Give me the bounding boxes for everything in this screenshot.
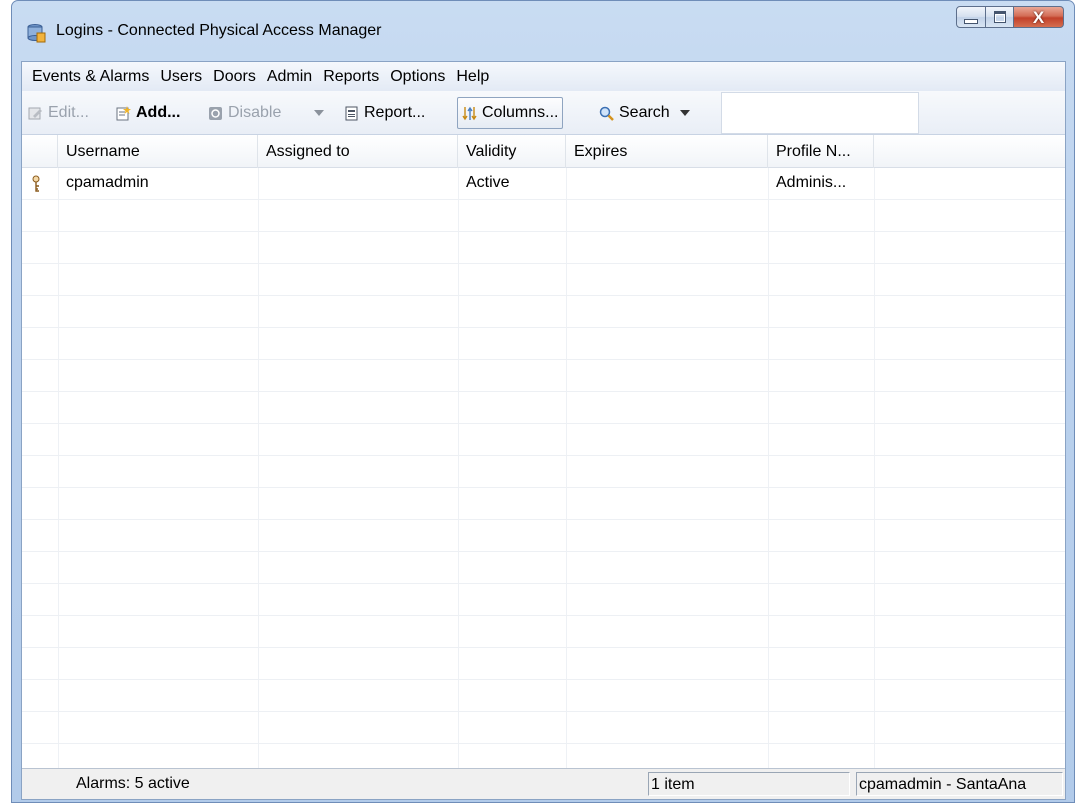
empty-row: [22, 360, 1065, 392]
disable-dropdown[interactable]: [314, 99, 332, 127]
add-button[interactable]: Add...: [116, 99, 180, 127]
empty-row: [22, 552, 1065, 584]
empty-row: [22, 456, 1065, 488]
status-gripper: [24, 772, 64, 796]
status-user: cpamadmin - SantaAna: [856, 772, 1063, 796]
menu-options[interactable]: Options: [390, 68, 445, 86]
table-header: Username Assigned to Validity Expires Pr…: [22, 135, 1065, 168]
chevron-down-icon: [314, 110, 324, 116]
columns-icon: [462, 106, 477, 120]
menu-help[interactable]: Help: [456, 68, 489, 86]
edit-label: Edit...: [48, 104, 89, 121]
column-header-validity[interactable]: Validity: [458, 135, 566, 168]
column-header-profile[interactable]: Profile N...: [768, 135, 874, 168]
minimize-button[interactable]: [956, 6, 986, 28]
empty-row: [22, 680, 1065, 712]
empty-row: [22, 616, 1065, 648]
table-row[interactable]: cpamadmin Active Adminis...: [22, 168, 1065, 200]
title-bar[interactable]: Logins - Connected Physical Access Manag…: [12, 1, 1074, 57]
report-button[interactable]: Report...: [344, 99, 425, 127]
status-bar: Alarms: 5 active 1 item cpamadmin - Sant…: [22, 768, 1065, 799]
edit-icon: [28, 107, 42, 119]
empty-row: [22, 584, 1065, 616]
report-icon: [345, 106, 358, 120]
close-icon: X: [1032, 7, 1045, 27]
search-input[interactable]: [721, 92, 919, 134]
empty-row: [22, 328, 1065, 360]
menu-admin[interactable]: Admin: [267, 68, 312, 86]
empty-row: [22, 392, 1065, 424]
empty-row: [22, 264, 1065, 296]
minimize-icon: [964, 18, 978, 24]
add-icon: [116, 105, 131, 120]
cell-expires: [566, 168, 768, 200]
empty-row: [22, 744, 1065, 768]
client-area: Events & Alarms Users Doors Admin Report…: [21, 61, 1066, 800]
caption-buttons: X: [956, 6, 1064, 30]
cell-username: cpamadmin: [66, 174, 149, 191]
database-app-icon: [27, 24, 46, 43]
empty-row: [22, 296, 1065, 328]
maximize-icon: [993, 11, 1006, 23]
search-button[interactable]: Search: [599, 99, 690, 127]
app-window: Logins - Connected Physical Access Manag…: [11, 0, 1075, 803]
maximize-button[interactable]: [986, 6, 1014, 28]
menu-reports[interactable]: Reports: [323, 68, 379, 86]
cell-validity: Active: [466, 174, 510, 191]
add-label: Add...: [136, 104, 181, 121]
column-header-assigned-to[interactable]: Assigned to: [258, 135, 458, 168]
logins-table: Username Assigned to Validity Expires Pr…: [22, 135, 1065, 768]
columns-label: Columns...: [482, 104, 559, 121]
search-icon: [599, 106, 614, 121]
disable-button[interactable]: Disable: [208, 99, 281, 127]
search-label: Search: [619, 104, 670, 121]
status-item-count: 1 item: [648, 772, 850, 796]
menu-doors[interactable]: Doors: [213, 68, 256, 86]
empty-row: [22, 712, 1065, 744]
empty-row: [22, 424, 1065, 456]
disable-icon: [209, 106, 222, 120]
cell-profile: Adminis...: [776, 174, 847, 191]
empty-row: [22, 520, 1065, 552]
status-alarms[interactable]: Alarms: 5 active: [74, 772, 644, 796]
menu-bar: Events & Alarms Users Doors Admin Report…: [22, 62, 1065, 91]
column-header-username[interactable]: Username: [58, 135, 258, 168]
menu-users[interactable]: Users: [160, 68, 202, 86]
empty-row: [22, 200, 1065, 232]
window-title: Logins - Connected Physical Access Manag…: [56, 22, 382, 39]
empty-row: [22, 232, 1065, 264]
close-button[interactable]: X: [1014, 6, 1064, 28]
column-header-icon[interactable]: [22, 135, 58, 168]
cell-assigned-to: [258, 168, 458, 200]
empty-row: [22, 488, 1065, 520]
edit-button[interactable]: Edit...: [28, 99, 89, 127]
report-label: Report...: [364, 104, 426, 121]
toolbar: Edit... Add... Disable Report... Columns…: [22, 91, 1065, 135]
empty-row: [22, 648, 1065, 680]
disable-label: Disable: [228, 104, 282, 121]
columns-button[interactable]: Columns...: [457, 97, 564, 129]
key-icon: [32, 175, 40, 192]
menu-events-alarms[interactable]: Events & Alarms: [32, 68, 149, 86]
search-chevron-down-icon: [679, 110, 690, 116]
column-header-expires[interactable]: Expires: [566, 135, 768, 168]
